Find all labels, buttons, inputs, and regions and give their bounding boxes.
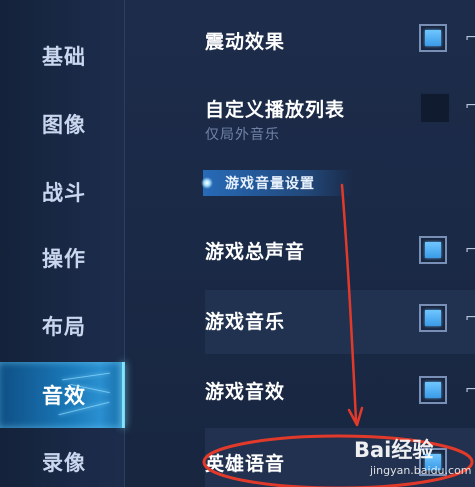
baidu-jingyan-watermark: Bai经验 jingyan.baidu.com [354, 432, 474, 484]
watermark-brand: Bai经验 [354, 438, 434, 462]
tutorial-annotation-overlay [202, 183, 474, 487]
annotation-arrow [340, 183, 358, 422]
watermark-url: jingyan.baidu.com [370, 464, 472, 477]
settings-screen: 基础 图像 战斗 操作 布局 音效 录像 震动效果 ⌐ 自定义播放列表 仅局外音… [0, 0, 475, 487]
